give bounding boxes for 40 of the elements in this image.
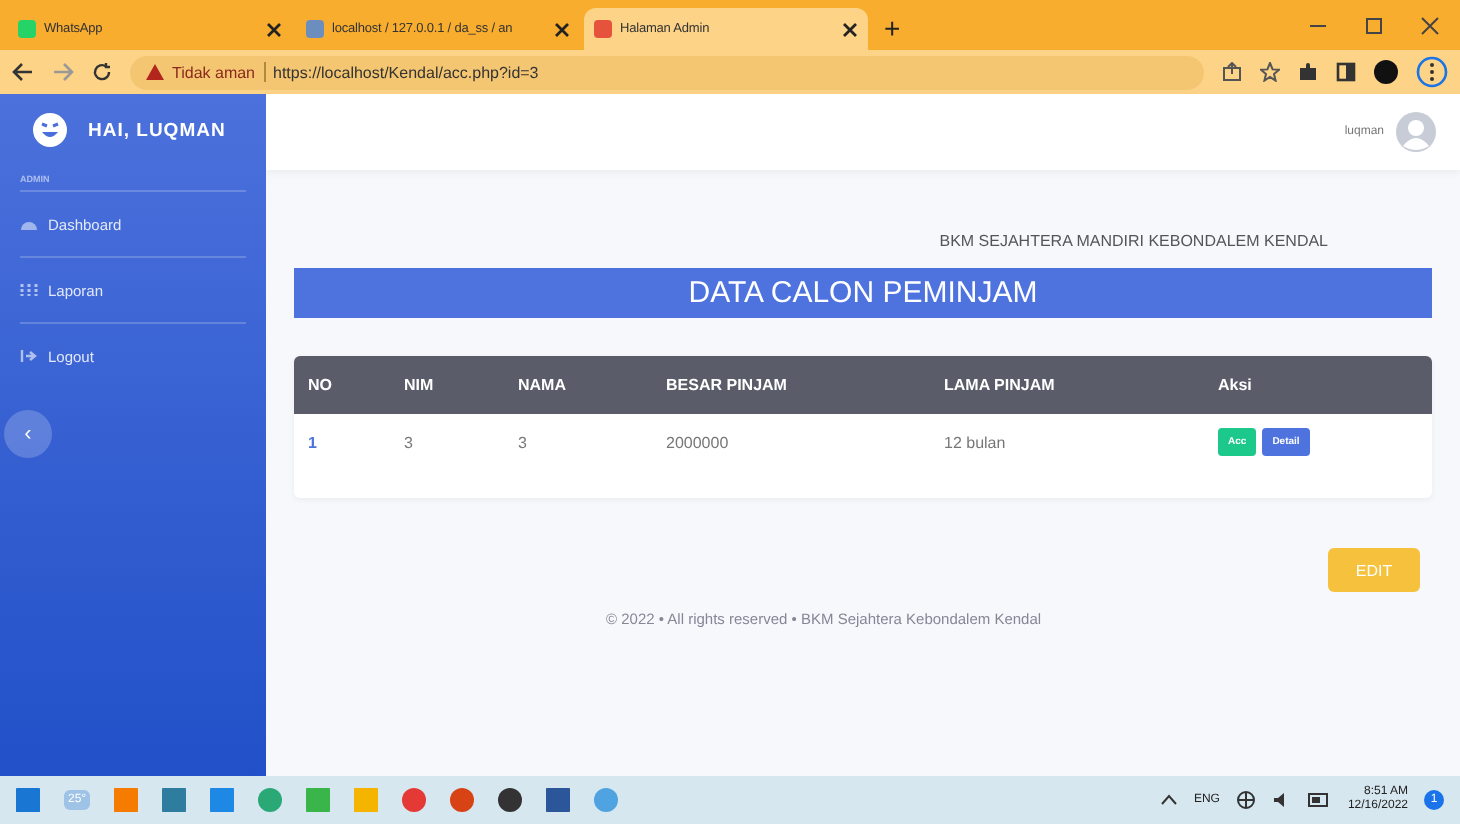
column-header: NAMA [518,376,568,394]
table-cell-text: 2000000 [666,433,731,451]
brand-title: HAI, LUQMAN [88,119,226,141]
menu-icon[interactable] [1416,56,1448,88]
chevron-up-icon[interactable] [1159,794,1178,806]
address-field[interactable]: Tidak aman https://localhost/Kendal/acc.php?id=3 [130,55,1204,89]
reload-icon[interactable] [92,62,112,82]
warning-icon [146,64,164,80]
close-icon[interactable] [1420,15,1440,35]
back-icon[interactable] [12,62,34,82]
organization-name: BKM SEJAHTERA MANDIRI KEBONDALEM KENDAL [937,230,1330,254]
profile-avatar[interactable] [1374,60,1398,84]
close-icon[interactable] [266,21,282,37]
grid-icon [20,282,38,298]
restore-icon[interactable] [1364,15,1384,35]
new-tab-button[interactable]: + [872,8,913,50]
page-title: DATA CALON PEMINJAM [294,268,1432,318]
table-cell-text: 3 [518,433,529,451]
table-cell-text: 1 [308,433,319,451]
share-icon[interactable] [1222,62,1242,82]
laughing-face-icon [32,112,68,148]
close-icon[interactable] [842,21,858,37]
globe-icon[interactable] [1235,790,1256,810]
site-icon [594,20,612,38]
collapse-button[interactable]: ‹ [4,410,52,458]
column-header: BESAR PINJAM [666,376,789,394]
table-cell-text: 3 [404,433,415,451]
gauge-icon [20,216,38,232]
side-panel-icon[interactable] [1336,62,1356,82]
column-header: Aksi [1218,376,1254,394]
table-cell-text: 12 bulan [944,433,1008,451]
site-icon [18,20,36,38]
column-header: LAMA PINJAM [944,376,1057,394]
star-icon[interactable] [1260,62,1280,82]
battery-icon[interactable] [1307,792,1332,808]
column-header: NIM [404,376,436,394]
logout-icon [20,348,38,364]
site-icon [306,20,324,38]
close-icon[interactable] [554,21,570,37]
column-header: NO [308,376,334,394]
